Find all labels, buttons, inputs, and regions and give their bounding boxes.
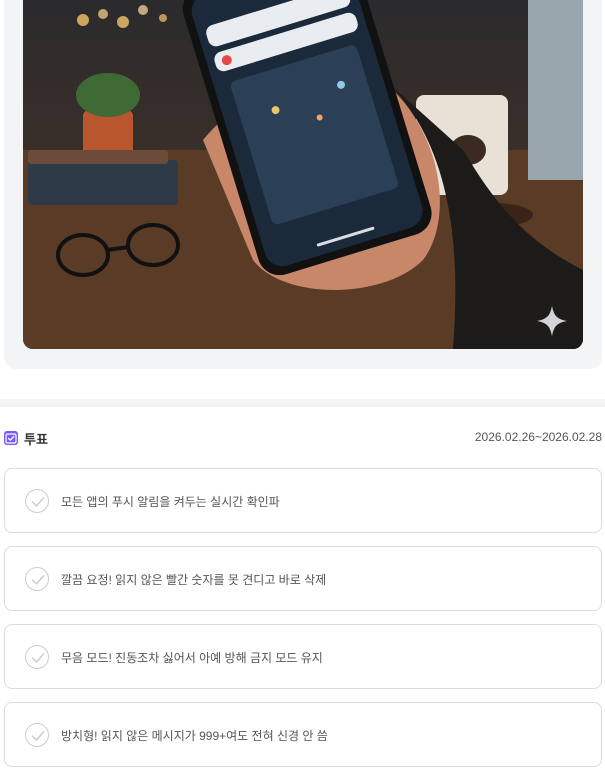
check-circle-icon: [25, 645, 49, 669]
poll-option[interactable]: 모든 앱의 푸시 알림을 켜두는 실시간 확인파: [4, 468, 602, 533]
poll-option-label: 깔끔 요정! 읽지 않은 빨간 숫자를 못 견디고 바로 삭제: [61, 573, 327, 587]
photo-illustration: [23, 0, 583, 349]
post-photo[interactable]: [23, 0, 583, 349]
section-divider: [0, 399, 605, 407]
check-circle-icon: [25, 723, 49, 747]
poll-period: 2026.02.26~2026.02.28: [474, 430, 602, 444]
poll-option-label: 무음 모드! 진동조차 싫어서 아예 방해 금지 모드 유지: [61, 651, 323, 665]
poll-option[interactable]: 깔끔 요정! 읽지 않은 빨간 숫자를 못 견디고 바로 삭제: [4, 546, 602, 611]
poll-option[interactable]: 방치형! 읽지 않은 메시지가 999+여도 전혀 신경 안 씀: [4, 702, 602, 767]
poll-option[interactable]: 무음 모드! 진동조차 싫어서 아예 방해 금지 모드 유지: [4, 624, 602, 689]
image-card: [4, 0, 602, 369]
poll-option-label: 모든 앱의 푸시 알림을 켜두는 실시간 확인파: [61, 495, 280, 509]
check-circle-icon: [25, 489, 49, 513]
poll-header: 투표 2026.02.26~2026.02.28: [4, 428, 602, 448]
poll-title: 투표: [24, 432, 48, 447]
check-circle-icon: [25, 567, 49, 591]
checkbox-icon: [4, 431, 18, 445]
poll-option-label: 방치형! 읽지 않은 메시지가 999+여도 전혀 신경 안 씀: [61, 729, 328, 743]
